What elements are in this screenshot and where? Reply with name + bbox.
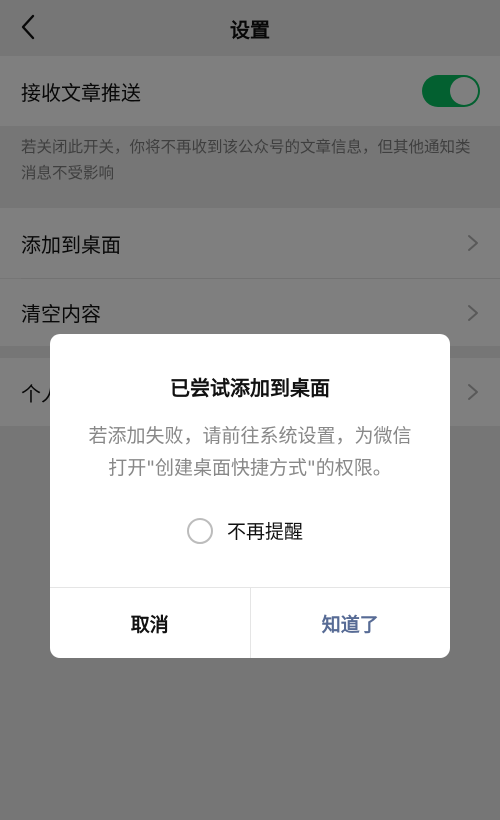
dialog-message: 若添加失败，请前往系统设置，为微信打开"创建桌面快捷方式"的权限。 [88,425,412,479]
dialog-button-bar: 取消 知道了 [50,587,450,658]
add-to-desktop-dialog: 已尝试添加到桌面 若添加失败，请前往系统设置，为微信打开"创建桌面快捷方式"的权… [50,334,450,658]
dialog-title: 已尝试添加到桌面 [170,376,330,400]
dont-remind-label: 不再提醒 [227,521,304,543]
cancel-button[interactable]: 取消 [50,588,250,658]
radio-circle-icon [187,517,213,544]
ok-button[interactable]: 知道了 [251,588,451,658]
dont-remind-checkbox[interactable]: 不再提醒 [187,517,303,544]
